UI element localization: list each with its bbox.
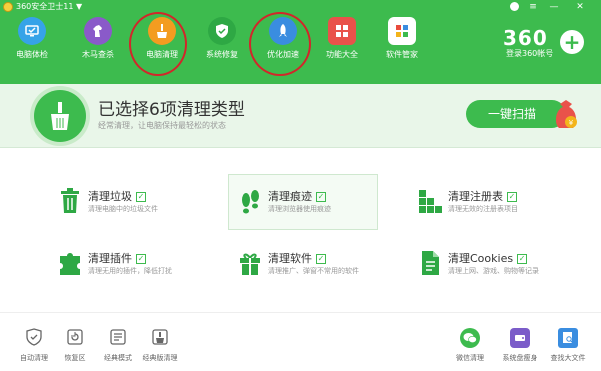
item-desc: 清理浏览器使用痕迹 [268,205,331,213]
wechat-icon [460,328,480,348]
item-title: 清理软件 ✓ [268,252,326,265]
grid-icon [328,17,356,45]
svg-text:¥: ¥ [569,119,574,127]
item-desc: 清理无用的插件，降低打扰 [88,267,172,275]
trash-icon [61,188,79,213]
footprint-icon [242,190,259,214]
checkbox[interactable]: ✓ [316,254,326,264]
tool-classic-clean[interactable]: 经典版清理 [132,328,188,368]
item-desc: 清理无效的注册表项目 [448,205,518,213]
checkbox[interactable]: ✓ [517,254,528,264]
disk-slim-icon [510,328,530,348]
plus-icon[interactable]: + [560,30,584,54]
shield-check-icon [26,328,42,346]
tool-label: 经典版清理 [142,354,178,362]
checkbox[interactable]: ✓ [136,192,146,202]
item-title: 清理垃圾 ✓ [88,190,146,203]
broom-icon [34,90,86,142]
login-label[interactable]: 登录360帐号 [506,48,553,59]
title-bar: 360安全卫士11 ▼ ≡ — ✕ [0,0,601,14]
close-icon[interactable]: ✕ [574,1,586,13]
item-title: 清理Cookies ✓ [448,252,528,265]
document-icon [422,251,439,275]
item-title: 清理痕迹 ✓ [268,190,326,203]
classic-mode-icon [110,329,126,345]
nav-label: 软件管家 [386,50,418,59]
tool-wechat-clean[interactable]: 微信清理 [442,328,498,368]
app-title[interactable]: 360安全卫士11 ▼ [16,1,82,12]
nav-item-features[interactable]: 功能大全 [314,14,370,72]
shield-icon [208,17,236,45]
nav-label: 电脑体检 [16,50,48,59]
item-desc: 清理电脑中的垃圾文件 [88,205,158,213]
item-title: 清理插件 ✓ [88,252,146,265]
divider [0,312,601,313]
skin-icon[interactable] [508,1,520,13]
item-desc: 清理推广、弹窗不常用的软件 [268,267,359,275]
restore-icon [67,329,83,345]
apps-icon [388,17,416,45]
monitor-check-icon [18,17,46,45]
annotation-circle [129,12,187,76]
clean-item-traces[interactable]: 清理痕迹 ✓ 清理浏览器使用痕迹 [238,188,388,228]
horse-icon [84,17,112,45]
classic-clean-icon [152,329,168,345]
item-desc: 清理上网、游戏、购物等记录 [448,267,539,275]
annotation-circle [249,12,311,76]
clean-item-software[interactable]: 清理软件 ✓ 清理推广、弹窗不常用的软件 [238,250,388,290]
clean-item-trash[interactable]: 清理垃圾 ✓ 清理电脑中的垃圾文件 [58,188,208,228]
money-bag-icon: ¥ [555,100,577,128]
app-logo-icon [3,2,13,12]
nav-item-repair[interactable]: 系统修复 [194,14,250,72]
gift-box-icon [240,253,260,275]
clean-item-plugins[interactable]: 清理插件 ✓ 清理无用的插件，降低打扰 [58,250,208,290]
nav-label: 功能大全 [326,50,358,59]
nav-label: 系统修复 [206,50,238,59]
blocks-icon [419,190,442,213]
nav-item-checkup[interactable]: 电脑体检 [4,14,60,72]
checkbox[interactable]: ✓ [507,192,517,202]
tool-label: 查找大文件 [550,354,586,362]
checkbox[interactable]: ✓ [136,254,146,264]
tool-find-large-files[interactable]: 查找大文件 [540,328,596,368]
item-title: 清理注册表 ✓ [448,190,517,203]
menu-icon[interactable]: ≡ [527,1,539,13]
checkbox[interactable]: ✓ [316,192,326,202]
brand-logo: 360 [503,26,548,50]
nav-label: 木马查杀 [82,50,114,59]
clean-item-registry[interactable]: 清理注册表 ✓ 清理无效的注册表项目 [418,188,568,228]
nav-item-trojan[interactable]: 木马查杀 [70,14,126,72]
banner-subtitle: 经常清理，让电脑保持最轻松的状态 [98,121,226,130]
nav-item-software[interactable]: 软件管家 [374,14,430,72]
banner-title: 已选择6项清理类型 [98,100,245,120]
clean-item-cookies[interactable]: 清理Cookies ✓ 清理上网、游戏、购物等记录 [418,250,568,290]
puzzle-icon [60,253,80,275]
minimize-icon[interactable]: — [548,1,560,13]
tool-label: 微信清理 [456,354,484,362]
find-file-icon [558,328,578,348]
